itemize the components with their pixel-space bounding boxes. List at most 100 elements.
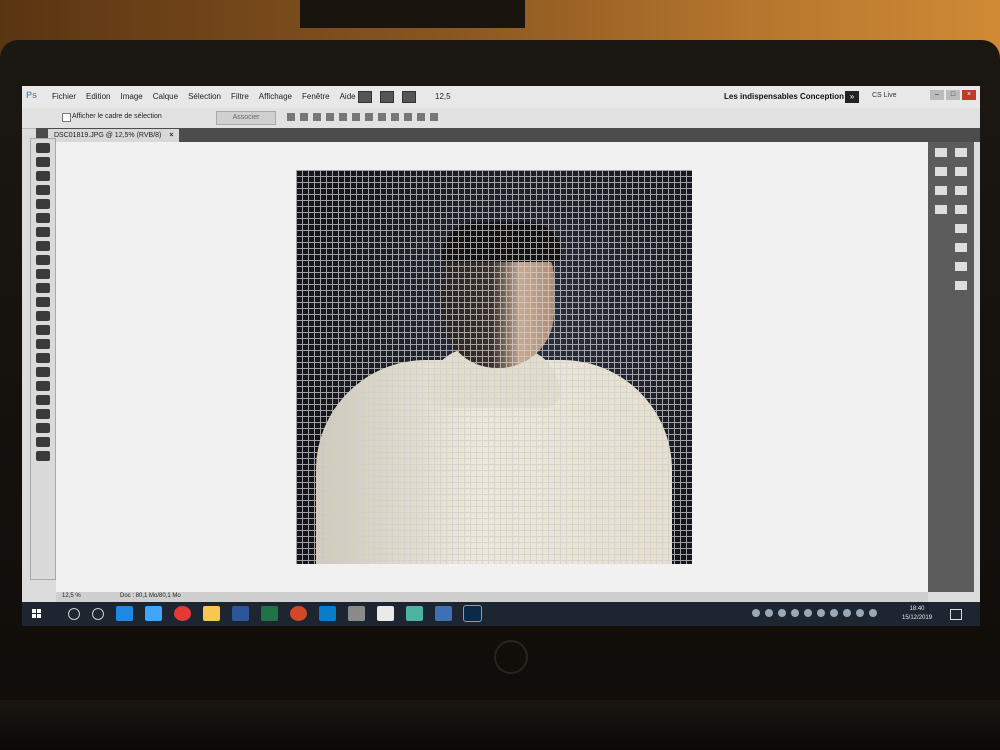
app-icon[interactable]: [406, 606, 423, 621]
skype-icon[interactable]: [752, 609, 760, 617]
zoom-select[interactable]: 12,5: [435, 92, 451, 101]
taskbar-clock[interactable]: 18:40 15/12/2019: [902, 605, 932, 623]
healing-brush-tool-icon[interactable]: [36, 227, 50, 237]
tray-app-icon[interactable]: [778, 609, 786, 617]
marquee-tool-icon[interactable]: [36, 157, 50, 167]
hand-tool-icon[interactable]: [36, 409, 50, 419]
document-canvas[interactable]: [56, 142, 928, 592]
clone-stamp-tool-icon[interactable]: [36, 255, 50, 265]
extras-icon[interactable]: [402, 91, 416, 103]
distribute-top-icon[interactable]: [365, 113, 373, 121]
more-workspaces-icon[interactable]: »: [845, 91, 859, 103]
zoom-tool-icon[interactable]: [36, 423, 50, 433]
photoshop-icon[interactable]: [463, 605, 482, 622]
shape-tool-icon[interactable]: [36, 381, 50, 391]
bounding-box-checkbox[interactable]: [62, 113, 71, 122]
quick-mask-icon[interactable]: [36, 451, 50, 461]
workspace-essentials[interactable]: Les indispensables: [724, 92, 798, 101]
menu-selection[interactable]: Sélection: [188, 92, 221, 101]
pen-tool-icon[interactable]: [36, 339, 50, 349]
tab-close-icon[interactable]: ×: [169, 132, 173, 139]
maximize-icon[interactable]: □: [946, 90, 960, 100]
color-swatches-icon[interactable]: [36, 437, 50, 447]
3d-rotate-tool-icon[interactable]: [36, 395, 50, 405]
menu-affichage[interactable]: Affichage: [259, 92, 292, 101]
distribute-center-icon[interactable]: [417, 113, 425, 121]
tray-app-2-icon[interactable]: [791, 609, 799, 617]
workspace-design[interactable]: Conception: [800, 92, 844, 101]
menu-calque[interactable]: Calque: [153, 92, 178, 101]
minimize-icon[interactable]: –: [930, 90, 944, 100]
align-right-icon[interactable]: [352, 113, 360, 121]
brush-panel-icon[interactable]: [935, 186, 947, 195]
chrome-icon[interactable]: [174, 606, 191, 621]
history-panel-icon[interactable]: [935, 148, 947, 157]
solitaire-icon[interactable]: [377, 606, 394, 621]
info-panel-icon[interactable]: [955, 186, 967, 195]
security-icon[interactable]: [765, 609, 773, 617]
paths-panel-icon[interactable]: [955, 281, 967, 290]
edge-icon[interactable]: [116, 606, 133, 621]
network-icon[interactable]: [856, 609, 864, 617]
powerpoint-icon[interactable]: [290, 606, 307, 621]
brush-tool-icon[interactable]: [36, 241, 50, 251]
navigator-panel-icon[interactable]: [955, 167, 967, 176]
layers-panel-icon[interactable]: [955, 243, 967, 252]
combine-button[interactable]: Associer: [216, 111, 276, 125]
menu-image[interactable]: Image: [120, 92, 142, 101]
menu-fichier[interactable]: Fichier: [52, 92, 76, 101]
notification-icon[interactable]: [950, 609, 962, 620]
calculator-icon[interactable]: [348, 606, 365, 621]
align-middle-icon[interactable]: [300, 113, 308, 121]
blur-tool-icon[interactable]: [36, 311, 50, 321]
color-panel-icon[interactable]: [955, 205, 967, 214]
align-center-icon[interactable]: [339, 113, 347, 121]
outlook-icon[interactable]: [319, 606, 336, 621]
distribute-middle-icon[interactable]: [378, 113, 386, 121]
word-icon[interactable]: [232, 606, 249, 621]
task-view-icon[interactable]: [92, 608, 104, 620]
dodge-tool-icon[interactable]: [36, 325, 50, 335]
quick-selection-tool-icon[interactable]: [36, 185, 50, 195]
cs-live-button[interactable]: CS Live: [872, 92, 897, 99]
swatches-panel-icon[interactable]: [955, 224, 967, 233]
menu-aide[interactable]: Aide: [340, 92, 356, 101]
battery-icon[interactable]: [843, 609, 851, 617]
menu-fenetre[interactable]: Fenêtre: [302, 92, 330, 101]
gradient-tool-icon[interactable]: [36, 297, 50, 307]
tray-app-4-icon[interactable]: [830, 609, 838, 617]
distribute-left-icon[interactable]: [404, 113, 412, 121]
clone-source-panel-icon[interactable]: [935, 205, 947, 214]
path-selection-tool-icon[interactable]: [36, 367, 50, 377]
align-bottom-icon[interactable]: [313, 113, 321, 121]
windows-start-icon[interactable]: [32, 609, 42, 619]
tray-app-3-icon[interactable]: [804, 609, 812, 617]
document-tab[interactable]: DSC01819.JPG @ 12,5% (RVB/8) ×: [48, 129, 180, 142]
type-tool-icon[interactable]: [36, 353, 50, 363]
lasso-tool-icon[interactable]: [36, 171, 50, 181]
eraser-tool-icon[interactable]: [36, 283, 50, 293]
histogram-panel-icon[interactable]: [955, 148, 967, 157]
crop-tool-icon[interactable]: [36, 199, 50, 209]
distribute-right-icon[interactable]: [430, 113, 438, 121]
bridge-icon[interactable]: [358, 91, 372, 103]
file-explorer-icon[interactable]: [203, 606, 220, 621]
close-icon[interactable]: ×: [962, 90, 976, 100]
excel-icon[interactable]: [261, 606, 278, 621]
store-icon[interactable]: [435, 606, 452, 621]
distribute-bottom-icon[interactable]: [391, 113, 399, 121]
menu-edition[interactable]: Edition: [86, 92, 110, 101]
menu-filtre[interactable]: Filtre: [231, 92, 249, 101]
ie-icon[interactable]: [145, 606, 162, 621]
volume-icon[interactable]: [869, 609, 877, 617]
history-brush-tool-icon[interactable]: [36, 269, 50, 279]
channels-panel-icon[interactable]: [955, 262, 967, 271]
align-left-icon[interactable]: [326, 113, 334, 121]
actions-panel-icon[interactable]: [935, 167, 947, 176]
align-top-icon[interactable]: [287, 113, 295, 121]
status-zoom[interactable]: 12,5 %: [62, 593, 81, 599]
move-tool-icon[interactable]: [36, 143, 50, 153]
eyedropper-tool-icon[interactable]: [36, 213, 50, 223]
bluetooth-icon[interactable]: [817, 609, 825, 617]
mini-bridge-icon[interactable]: [380, 91, 394, 103]
